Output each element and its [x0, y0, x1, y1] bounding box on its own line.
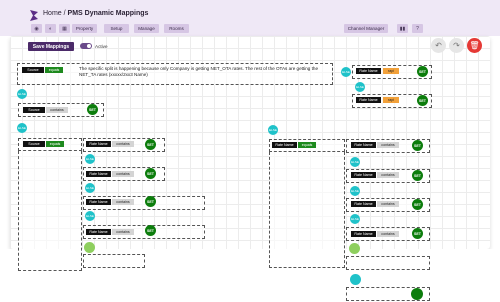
empty-condition-box — [83, 254, 145, 268]
rate-name-tag[interactable]: Rate Name — [351, 172, 376, 178]
source-tag[interactable]: Source — [23, 107, 45, 113]
app-logo[interactable] — [29, 9, 39, 22]
else-node[interactable]: ELSE — [268, 125, 278, 135]
else-node[interactable]: ELSE — [85, 154, 95, 164]
rate-name-tag[interactable]: Rate Name — [356, 97, 381, 103]
redo-icon[interactable]: ↷ — [449, 38, 464, 53]
grid-icon[interactable]: ▦ — [59, 24, 70, 33]
rate-name-tag[interactable]: Rate Name — [86, 229, 111, 235]
set-node[interactable]: SET — [145, 168, 156, 179]
breadcrumb-separator: / — [63, 10, 66, 17]
breadcrumb: Home / PMS Dynamic Mappings — [43, 10, 148, 17]
page-title: PMS Dynamic Mappings — [67, 10, 149, 17]
operator-tag[interactable]: contains — [112, 229, 134, 235]
rate-name-tag[interactable]: Rate Name — [351, 231, 376, 237]
operator-tag[interactable]: contains — [377, 142, 399, 148]
source-tag[interactable]: Source — [23, 141, 45, 147]
operator-tag[interactable]: contains — [377, 172, 399, 178]
operator-tag[interactable]: contains — [112, 171, 134, 177]
set-node[interactable]: SET — [87, 104, 98, 115]
branch-column — [18, 151, 82, 271]
else-node[interactable]: ELSE — [85, 211, 95, 221]
tab-rooms[interactable]: Rooms — [164, 24, 189, 33]
rate-name-tag[interactable]: Rate Name — [86, 199, 111, 205]
operator-tag[interactable]: equals — [46, 141, 64, 147]
set-node[interactable]: SET — [412, 140, 423, 151]
active-label: Active — [95, 43, 108, 49]
rate-name-tag[interactable]: Rate Name — [356, 68, 381, 74]
else-node[interactable]: ELSE — [350, 157, 360, 167]
delete-icon[interactable]: 🗑 — [467, 38, 482, 53]
tab-manage[interactable]: Manage — [134, 24, 159, 33]
rate-name-tag[interactable]: Rate Name — [351, 201, 376, 207]
rate-name-tag[interactable]: Rate Name — [272, 142, 297, 148]
empty-condition-box — [346, 256, 430, 270]
set-node-empty[interactable] — [411, 288, 423, 300]
else-node[interactable]: ELSE — [350, 186, 360, 196]
else-node[interactable]: ELSE — [17, 123, 27, 133]
set-node[interactable]: SET — [145, 225, 156, 236]
else-node[interactable]: ELSE — [355, 82, 365, 92]
operator-tag[interactable]: contains — [112, 141, 134, 147]
set-node[interactable]: SET — [145, 139, 156, 150]
set-node[interactable]: SET — [412, 228, 423, 239]
operator-tag[interactable]: contains — [46, 107, 68, 113]
help-icon[interactable]: ? — [412, 24, 423, 33]
channel-manager-button[interactable]: Channel Manager — [344, 24, 388, 33]
operator-tag[interactable]: contains — [377, 231, 399, 237]
set-node[interactable]: SET — [412, 199, 423, 210]
refresh-icon[interactable]: ◐ — [45, 24, 56, 33]
undo-icon[interactable]: ↶ — [431, 38, 446, 53]
branch-column — [269, 152, 345, 268]
globe-icon[interactable]: ◉ — [31, 24, 42, 33]
save-mappings-button[interactable]: Save Mappings — [28, 42, 74, 51]
else-node[interactable]: ELSE — [341, 67, 351, 77]
operator-tag[interactable]: contains — [377, 201, 399, 207]
else-node-empty[interactable] — [350, 274, 361, 285]
add-node-icon[interactable] — [84, 242, 95, 253]
operator-tag[interactable]: equals — [298, 142, 316, 148]
set-node[interactable]: SET — [417, 66, 428, 77]
operator-tag[interactable]: rapi — [383, 68, 399, 74]
else-node[interactable]: ELSE — [350, 214, 360, 224]
active-toggle[interactable] — [80, 43, 92, 49]
else-node[interactable]: ELSE — [17, 89, 27, 99]
chart-icon[interactable]: ▮▮ — [397, 24, 408, 33]
rate-name-tag[interactable]: Rate Name — [86, 141, 111, 147]
set-node[interactable]: SET — [417, 95, 428, 106]
set-node[interactable]: SET — [412, 170, 423, 181]
tab-property[interactable]: Property — [72, 24, 97, 33]
operator-tag[interactable]: equals — [45, 67, 63, 73]
set-node[interactable]: SET — [145, 196, 156, 207]
rule-message: The specific split is happening because … — [79, 66, 318, 77]
else-node[interactable]: ELSE — [85, 183, 95, 193]
add-node-icon[interactable] — [349, 243, 360, 254]
operator-tag[interactable]: contains — [112, 199, 134, 205]
breadcrumb-home[interactable]: Home — [43, 10, 62, 17]
rate-name-tag[interactable]: Rate Name — [351, 142, 376, 148]
tab-setup[interactable]: Setup — [104, 24, 129, 33]
source-tag[interactable]: Source — [22, 67, 44, 73]
operator-tag[interactable]: rapi — [383, 97, 399, 103]
rate-name-tag[interactable]: Rate Name — [86, 171, 111, 177]
